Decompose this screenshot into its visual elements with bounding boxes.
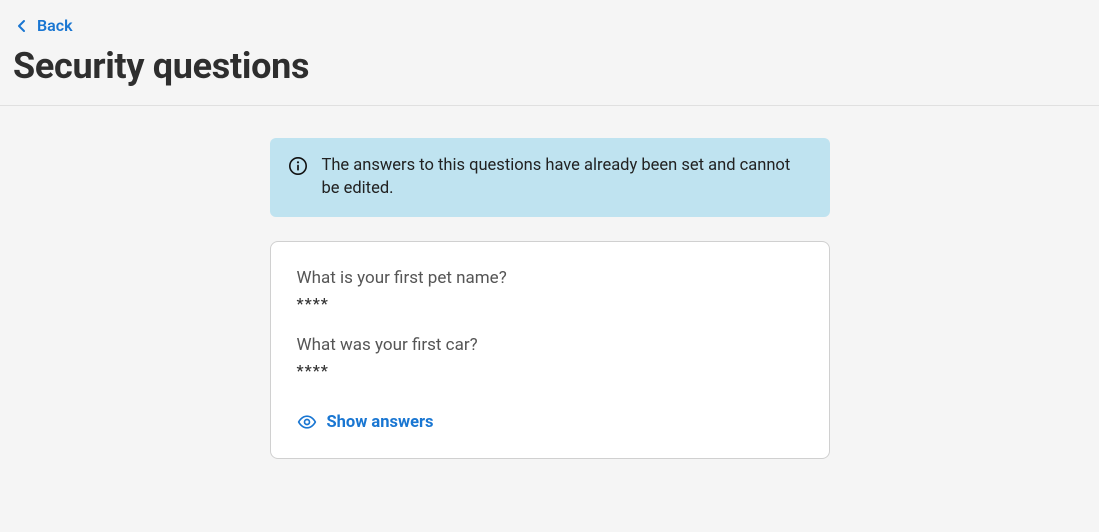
back-link-label: Back <box>37 16 73 35</box>
info-banner-text: The answers to this questions have alrea… <box>322 154 812 202</box>
security-question-label: What is your first pet name? <box>297 268 803 288</box>
page-title: Security questions <box>13 45 1086 105</box>
security-question-item: What was your first car? **** <box>297 335 803 380</box>
show-answers-button[interactable]: Show answers <box>297 412 434 432</box>
security-question-value: **** <box>297 294 803 313</box>
security-question-item: What is your first pet name? **** <box>297 268 803 313</box>
security-question-label: What was your first car? <box>297 335 803 355</box>
content-area: The answers to this questions have alrea… <box>0 106 1099 460</box>
eye-icon <box>297 412 317 432</box>
security-questions-card: What is your first pet name? **** What w… <box>270 241 830 459</box>
security-question-value: **** <box>297 361 803 380</box>
back-link[interactable]: Back <box>17 14 73 35</box>
page-header: Back Security questions <box>0 0 1099 106</box>
chevron-left-icon <box>17 19 27 33</box>
info-icon <box>288 156 308 180</box>
info-banner: The answers to this questions have alrea… <box>270 138 830 218</box>
show-answers-label: Show answers <box>327 413 434 432</box>
